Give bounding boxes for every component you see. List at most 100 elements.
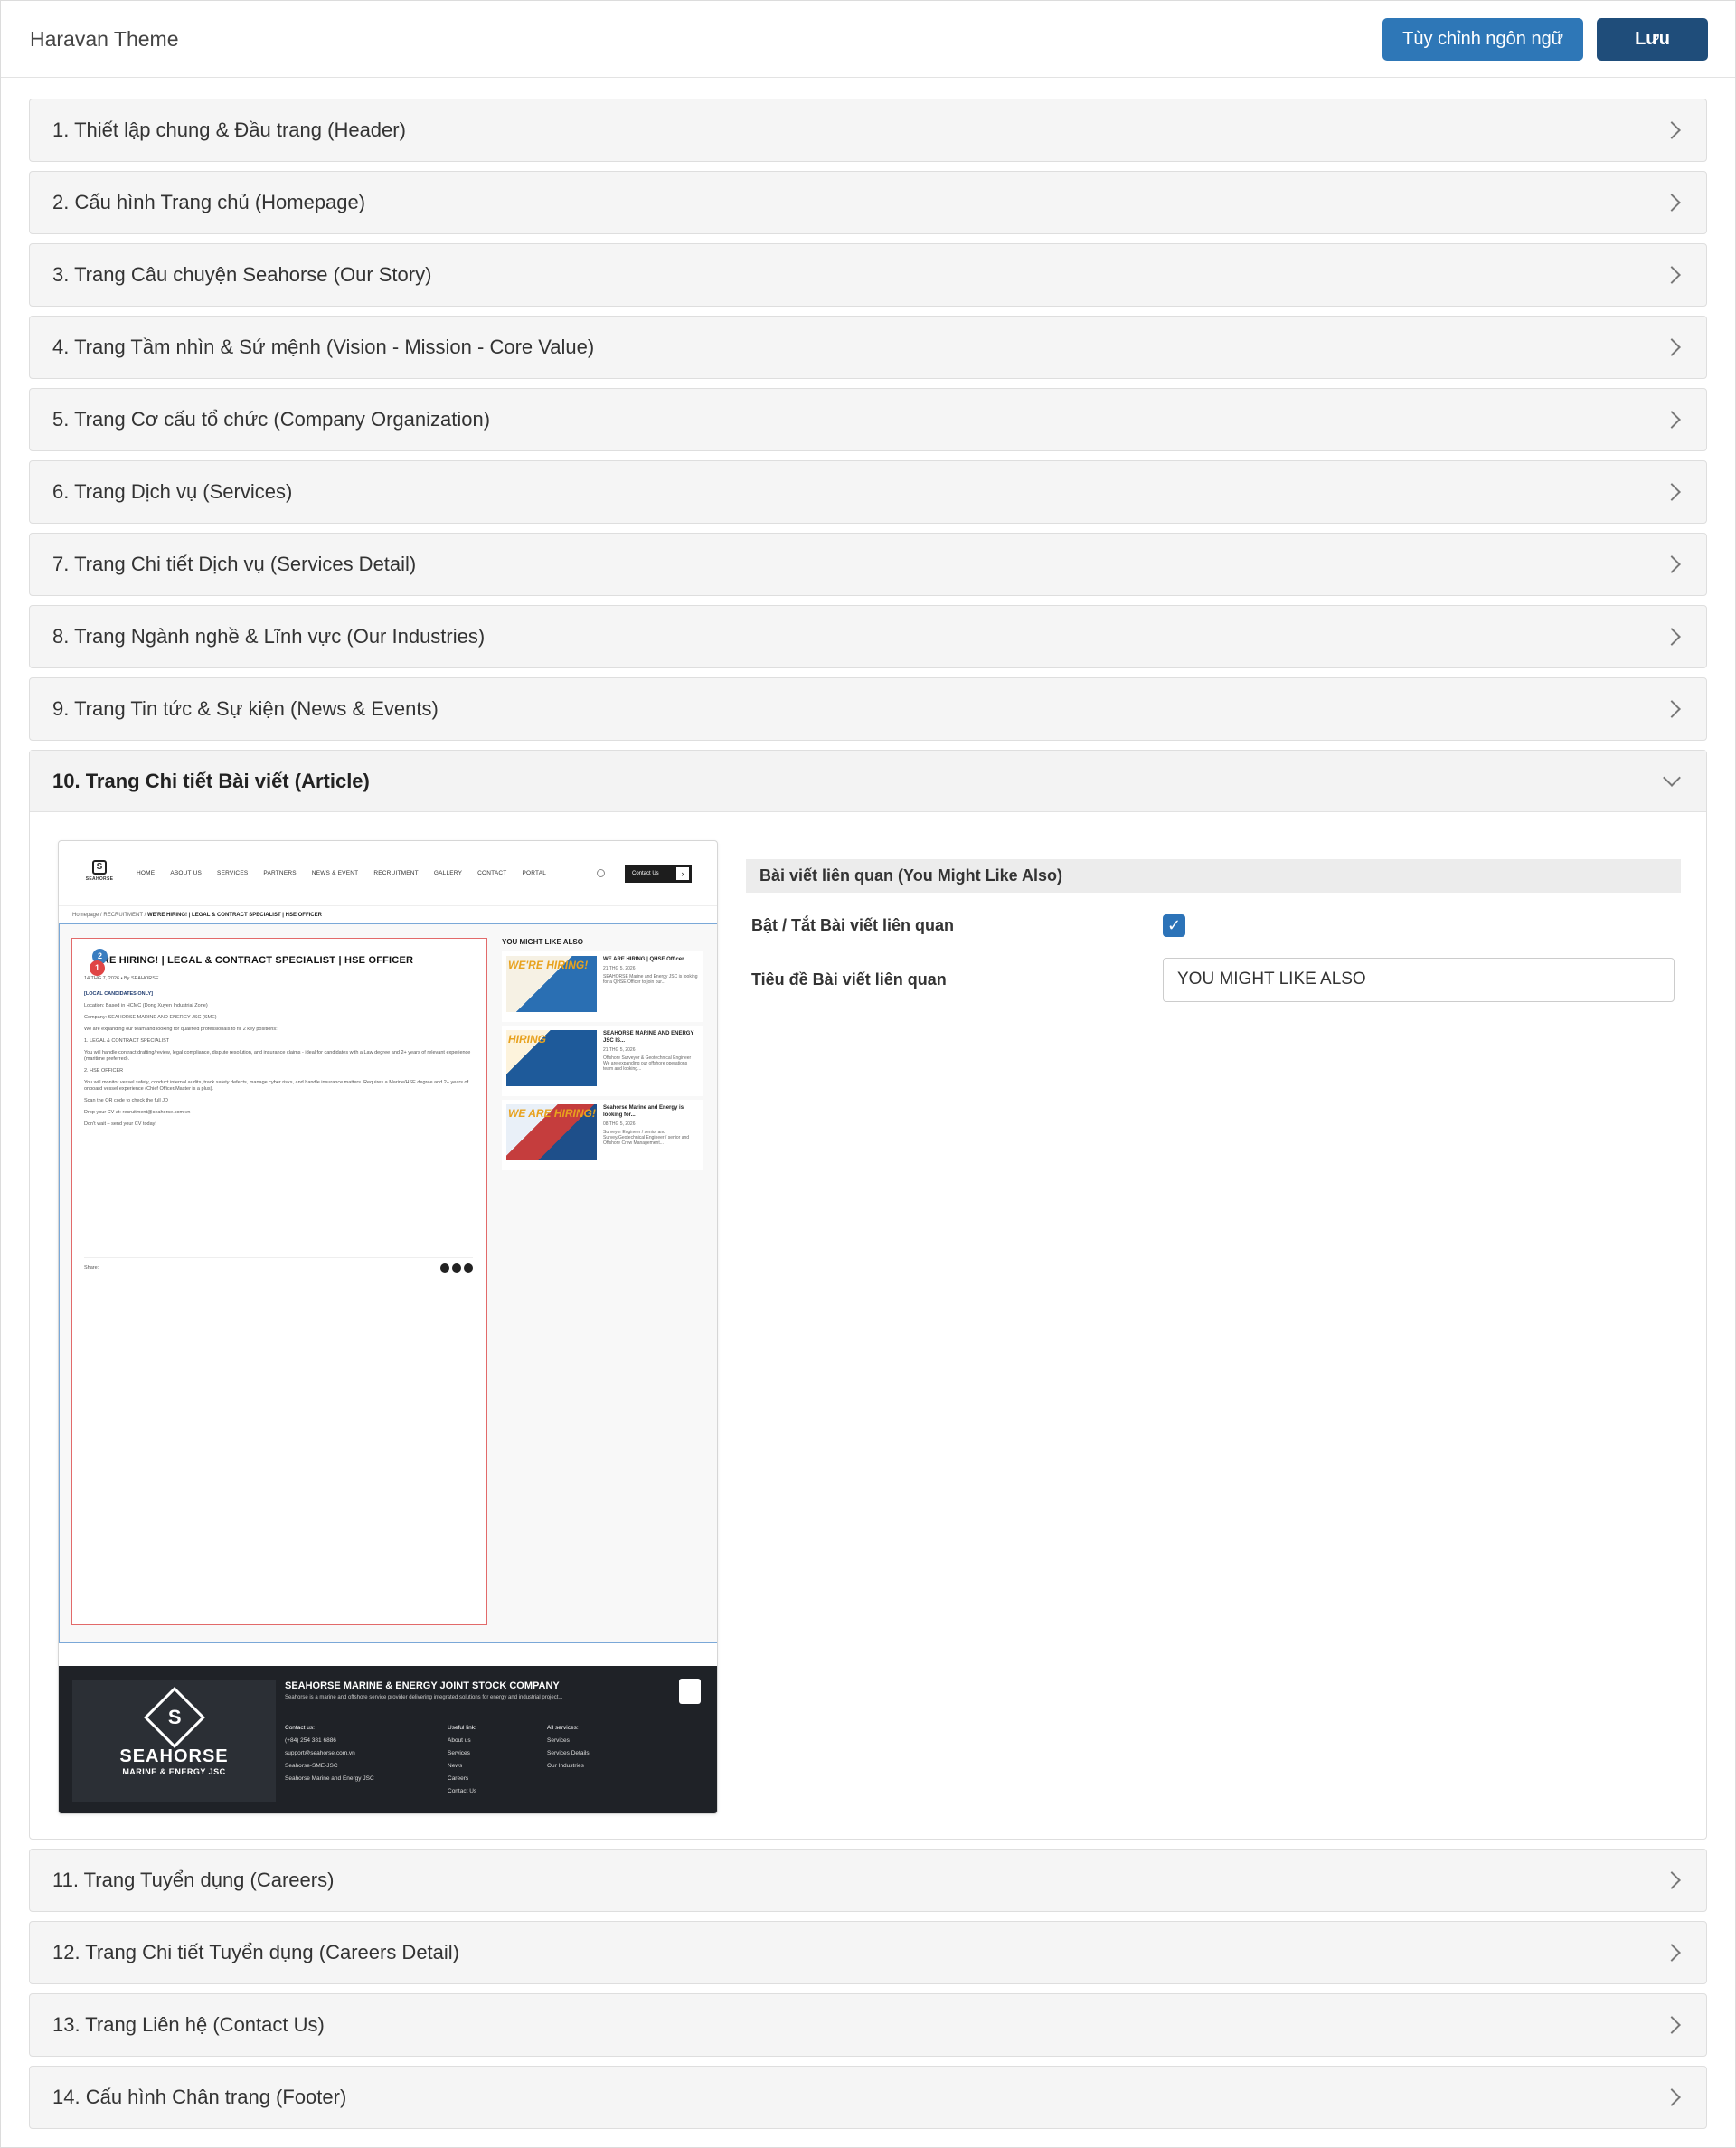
preview-footer: S SEAHORSE MARINE & ENERGY JSC SEAHORSE … (59, 1666, 717, 1813)
section-marker-1[interactable]: 1 (90, 960, 105, 976)
preview-menu-item: SERVICES (217, 870, 249, 876)
preview-menu: HOME ABOUT US SERVICES PARTNERS NEWS & EVENT… (137, 870, 546, 876)
section-header[interactable]: 11. Trang Tuyển dụng (Careers) (30, 1850, 1706, 1911)
preview-footer-link: Services (547, 1737, 570, 1744)
preview-article-title: 'RE HIRING! | LEGAL & CONTRACT SPECIALIS… (99, 955, 414, 966)
preview-footer-link: About us (448, 1737, 471, 1744)
related-title-input[interactable] (1163, 957, 1675, 1002)
save-button[interactable]: Lưu (1597, 17, 1708, 61)
section-header[interactable]: 7. Trang Chi tiết Dịch vụ (Services Deta… (30, 534, 1706, 595)
section-item: 6. Trang Dịch vụ (Services) (29, 460, 1707, 524)
preview-article-line: Drop your CV at: recruitment@seahorse.co… (84, 1110, 191, 1115)
preview-footer-link: Seahorse Marine and Energy JSC (285, 1775, 374, 1782)
preview-related-title: YOU MIGHT LIKE ALSO (502, 938, 583, 946)
section-header[interactable]: 1. Thiết lập chung & Đầu trang (Header) (30, 99, 1706, 161)
preview-menu-item: CONTACT (477, 870, 507, 876)
preview-footer-services: All services: Services Services Details Our… (547, 1722, 590, 1773)
preview-footer-link: Seahorse-SME-JSC (285, 1763, 338, 1769)
customize-language-button[interactable]: Tùy chỉnh ngôn ngữ (1382, 17, 1584, 61)
section-item: 14. Cấu hình Chân trang (Footer) (29, 2066, 1707, 2129)
section-header[interactable]: 8. Trang Ngành nghề & Lĩnh vực (Our Indu… (30, 606, 1706, 667)
section-title: 5. Trang Cơ cấu tổ chức (Company Organiz… (52, 408, 491, 431)
section-title: 3. Trang Câu chuyện Seahorse (Our Story) (52, 263, 432, 286)
preview-related-thumbnail: WE'RE HIRING! (506, 956, 597, 1012)
preview-menu-item: HOME (137, 870, 156, 876)
section-title: 12. Trang Chi tiết Tuyển dụng (Careers D… (52, 1941, 460, 1963)
facebook-icon (440, 1263, 449, 1273)
section-header[interactable]: 14. Cấu hình Chân trang (Footer) (30, 2067, 1706, 2128)
section-item: 7. Trang Chi tiết Dịch vụ (Services Deta… (29, 533, 1707, 596)
section-item: 10. Trang Chi tiết Bài viết (Article) SS… (29, 750, 1707, 1840)
chevron-right-icon (1663, 700, 1681, 718)
section-item: 3. Trang Câu chuyện Seahorse (Our Story) (29, 243, 1707, 307)
section-title: 2. Cấu hình Trang chủ (Homepage) (52, 191, 366, 213)
chevron-right-icon (1663, 121, 1681, 139)
preview-menu-item: NEWS & EVENT (311, 870, 359, 876)
preview-footer-link: support@seahorse.com.vn (285, 1750, 355, 1756)
preview-article-line: Scan the QR code to check the full JD (84, 1098, 168, 1103)
section-item: 5. Trang Cơ cấu tổ chức (Company Organiz… (29, 388, 1707, 451)
preview-content-area[interactable]: 'RE HIRING! | LEGAL & CONTRACT SPECIALIS… (59, 923, 717, 1643)
section-header[interactable]: 2. Cấu hình Trang chủ (Homepage) (30, 172, 1706, 233)
preview-article[interactable]: 'RE HIRING! | LEGAL & CONTRACT SPECIALIS… (71, 938, 487, 1625)
preview-related-posts: YOU MIGHT LIKE ALSO WE'RE HIRING! WE ARE … (502, 938, 703, 1174)
preview-related-card-title: WE ARE HIRING | QHSE Officer (603, 957, 684, 962)
section-title: 11. Trang Tuyển dụng (Careers) (52, 1869, 335, 1891)
preview-article-line: Location: Based in HCMC (Dong Xuyen Indu… (84, 1003, 208, 1008)
preview-article-line: 1. LEGAL & CONTRACT SPECIALIST (84, 1038, 170, 1044)
section-header[interactable]: 12. Trang Chi tiết Tuyển dụng (Careers D… (30, 1922, 1706, 1983)
section-item: 12. Trang Chi tiết Tuyển dụng (Careers D… (29, 1921, 1707, 1984)
preview-footer-column-title: Useful link: (448, 1725, 476, 1731)
section-item: 13. Trang Liên hệ (Contact Us) (29, 1993, 1707, 2057)
preview-breadcrumb: Homepage / RECRUITMENT / WE'RE HIRING! |… (72, 913, 322, 918)
chevron-right-icon (1663, 338, 1681, 356)
section-header[interactable]: 6. Trang Dịch vụ (Services) (30, 461, 1706, 523)
section-item: 1. Thiết lập chung & Đầu trang (Header) (29, 99, 1707, 162)
section-header[interactable]: 13. Trang Liên hệ (Contact Us) (30, 1994, 1706, 2056)
preview-footer-useful-links: Useful link: About us Services News Careers C… (448, 1722, 476, 1798)
top-bar: Haravan Theme Tùy chỉnh ngôn ngữ Lưu (1, 1, 1735, 78)
preview-footer-link: (+84) 254 381 6886 (285, 1737, 336, 1744)
preview-related-card: WE'RE HIRING! WE ARE HIRING | QHSE Office… (502, 951, 703, 1022)
qr-code-icon (679, 1679, 701, 1704)
chevron-right-icon (1663, 194, 1681, 212)
section-title: 7. Trang Chi tiết Dịch vụ (Services Deta… (52, 553, 417, 575)
related-posts-settings: Bài viết liên quan (You Might Like Also)… (746, 859, 1681, 1007)
app-title: Haravan Theme (30, 26, 179, 51)
preview-related-card-desc: Surveyor Engineer / senior and Survey/Ge… (603, 1130, 690, 1146)
preview-related-card-desc: Offshore Surveyor & Geotechnical Enginee… (603, 1055, 692, 1072)
section-header[interactable]: 9. Trang Tin tức & Sự kiện (News & Event… (30, 678, 1706, 740)
preview-related-card-title: SEAHORSE MARINE AND ENERGY JSC IS... (603, 1031, 694, 1044)
section-item: 8. Trang Ngành nghề & Lĩnh vực (Our Indu… (29, 605, 1707, 668)
preview-menu-item: PARTNERS (263, 870, 297, 876)
chevron-right-icon (1663, 2088, 1681, 2106)
preview-navbar: S SEAHORSE HOME ABOUT US SERVICES PARTNERS NE… (59, 841, 717, 906)
preview-related-card-date: 21 THG 5, 2026 (603, 1047, 636, 1053)
toggle-related-row: Bật / Tắt Bài viết liên quan ✓ (746, 898, 1681, 952)
preview-menu-item: RECRUITMENT (373, 870, 419, 876)
toggle-related-label: Bật / Tắt Bài viết liên quan (751, 915, 955, 934)
preview-footer-contact: Contact us: (+84) 254 381 6886 support@sea… (285, 1722, 374, 1785)
article-page-preview[interactable]: S SEAHORSE HOME ABOUT US SERVICES PARTNERS NE… (58, 840, 718, 1814)
section-accordion: 1. Thiết lập chung & Đầu trang (Header) 2… (1, 78, 1735, 2129)
preview-menu-item: PORTAL (522, 870, 547, 876)
chevron-right-icon (1663, 2016, 1681, 2034)
section-header[interactable]: 4. Trang Tầm nhìn & Sứ mệnh (Vision - Mi… (30, 317, 1706, 378)
article-section-body: S SEAHORSE HOME ABOUT US SERVICES PARTNERS NE… (30, 812, 1706, 1839)
section-title: 10. Trang Chi tiết Bài viết (Article) (52, 769, 370, 792)
section-header[interactable]: 10. Trang Chi tiết Bài viết (Article) (30, 751, 1706, 812)
related-title-row: Tiêu đề Bài viết liên quan (746, 952, 1681, 1007)
section-header[interactable]: 3. Trang Câu chuyện Seahorse (Our Story) (30, 244, 1706, 306)
preview-article-line: Company: SEAHORSE MARINE AND ENERGY JSC … (84, 1015, 217, 1020)
section-header[interactable]: 5. Trang Cơ cấu tổ chức (Company Organiz… (30, 389, 1706, 450)
toggle-related-checkbox[interactable]: ✓ (1163, 913, 1185, 937)
section-title: 4. Trang Tầm nhìn & Sứ mệnh (Vision - Mi… (52, 336, 595, 358)
chevron-right-icon (1663, 628, 1681, 646)
preview-footer-link: News (448, 1763, 463, 1769)
section-title: 13. Trang Liên hệ (Contact Us) (52, 2013, 325, 2036)
preview-footer-link: Services (448, 1750, 470, 1756)
preview-related-card-date: 08 THG 5, 2026 (603, 1121, 636, 1127)
chevron-right-icon (1663, 411, 1681, 429)
preview-article-line: You will monitor vessel safety, conduct … (84, 1080, 469, 1092)
section-title: 14. Cấu hình Chân trang (Footer) (52, 2086, 347, 2108)
